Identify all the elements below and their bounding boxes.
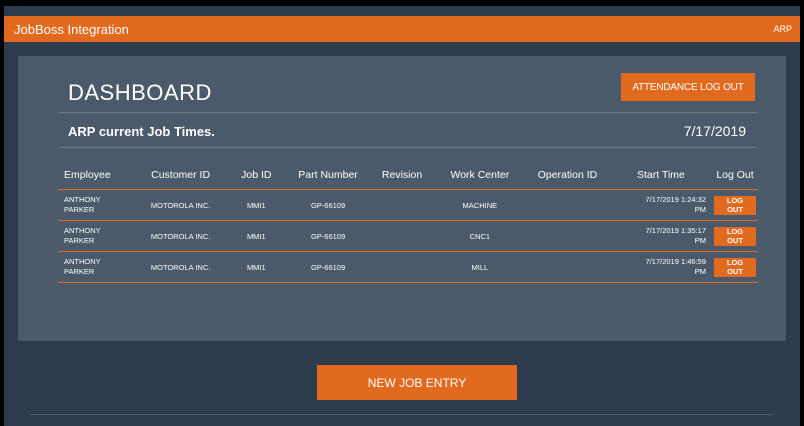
column-header-employee: Employee [58,161,136,190]
attendance-logout-button[interactable]: ATTENDANCE LOG OUT [621,73,755,101]
column-header-customer-id: Customer ID [135,161,226,190]
log-out-cell: LOG OUT [712,220,758,252]
start-time-date: 7/17/2019 1:24:32 [645,195,706,204]
customer-id-cell: MOTOROLA INC. [135,220,226,252]
app-title: JobBoss Integration [14,21,129,37]
revision-cell [369,189,435,221]
window-border [0,0,4,426]
table-row: ANTHONY PARKER MOTOROLA INC. MMI1 GP-661… [58,189,758,221]
new-job-entry-button[interactable]: NEW JOB ENTRY [317,365,517,400]
start-time-cell: 7/17/2019 1:35:17 PM [609,220,712,252]
column-header-log-out: Log Out [712,161,758,190]
part-number-cell: GP-66109 [286,251,370,283]
column-header-start-time: Start Time [609,161,712,190]
employee-last-name: PARKER [64,267,95,276]
window-border [0,0,804,6]
top-bar: JobBoss Integration ARP [4,16,800,42]
log-out-button[interactable]: LOG OUT [714,195,756,215]
app-window: JobBoss Integration ARP DASHBOARD ATTEND… [0,0,804,426]
table-row: ANTHONY PARKER MOTOROLA INC. MMI1 GP-661… [58,251,758,283]
table-header-row: Employee Customer ID Job ID Part Number … [58,161,758,190]
employee-cell: ANTHONY PARKER [58,220,136,252]
work-center-cell: MACHINE [434,189,526,221]
log-out-button[interactable]: LOG OUT [714,257,756,277]
job-times-table: Employee Customer ID Job ID Part Number … [58,161,758,283]
start-time-date: 7/17/2019 1:35:17 [645,226,706,235]
log-out-cell: LOG OUT [712,251,758,283]
revision-cell [369,251,435,283]
employee-first-name: ANTHONY [64,226,101,235]
job-id-cell: MMI1 [225,189,287,221]
start-time-period: PM [694,267,706,276]
part-number-cell: GP-66109 [286,189,370,221]
window-border [800,0,804,426]
employee-cell: ANTHONY PARKER [58,251,136,283]
customer-id-cell: MOTOROLA INC. [135,251,226,283]
start-time-period: PM [694,205,706,214]
page-title: DASHBOARD [68,80,212,105]
employee-last-name: PARKER [64,236,95,245]
divider [58,147,758,148]
job-id-cell: MMI1 [225,251,287,283]
part-number-cell: GP-66109 [286,220,370,252]
customer-id-cell: MOTOROLA INC. [135,189,226,221]
start-time-date: 7/17/2019 1:46:59 [645,257,706,266]
work-center-cell: MILL [434,251,526,283]
divider [30,414,774,415]
dashboard-panel: DASHBOARD ATTENDANCE LOG OUT ARP current… [18,56,786,341]
job-id-cell: MMI1 [225,220,287,252]
column-header-job-id: Job ID [225,161,287,190]
employee-cell: ANTHONY PARKER [58,189,136,221]
start-time-period: PM [694,236,706,245]
section-subtitle: ARP current Job Times. [68,124,215,139]
start-time-cell: 7/17/2019 1:46:59 PM [609,251,712,283]
employee-first-name: ANTHONY [64,257,101,266]
column-header-part-number: Part Number [286,161,370,190]
operation-id-cell [525,251,610,283]
employee-last-name: PARKER [64,205,95,214]
log-out-button[interactable]: LOG OUT [714,226,756,246]
log-out-cell: LOG OUT [712,189,758,221]
column-header-revision: Revision [369,161,435,190]
start-time-cell: 7/17/2019 1:24:32 PM [609,189,712,221]
current-date: 7/17/2019 [683,123,746,139]
revision-cell [369,220,435,252]
divider [58,112,758,113]
employee-first-name: ANTHONY [64,195,101,204]
user-label[interactable]: ARP [773,24,792,34]
table-row: ANTHONY PARKER MOTOROLA INC. MMI1 GP-661… [58,220,758,252]
work-center-cell: CNC1 [434,220,526,252]
column-header-operation-id: Operation ID [525,161,610,190]
operation-id-cell [525,220,610,252]
operation-id-cell [525,189,610,221]
column-header-work-center: Work Center [434,161,526,190]
